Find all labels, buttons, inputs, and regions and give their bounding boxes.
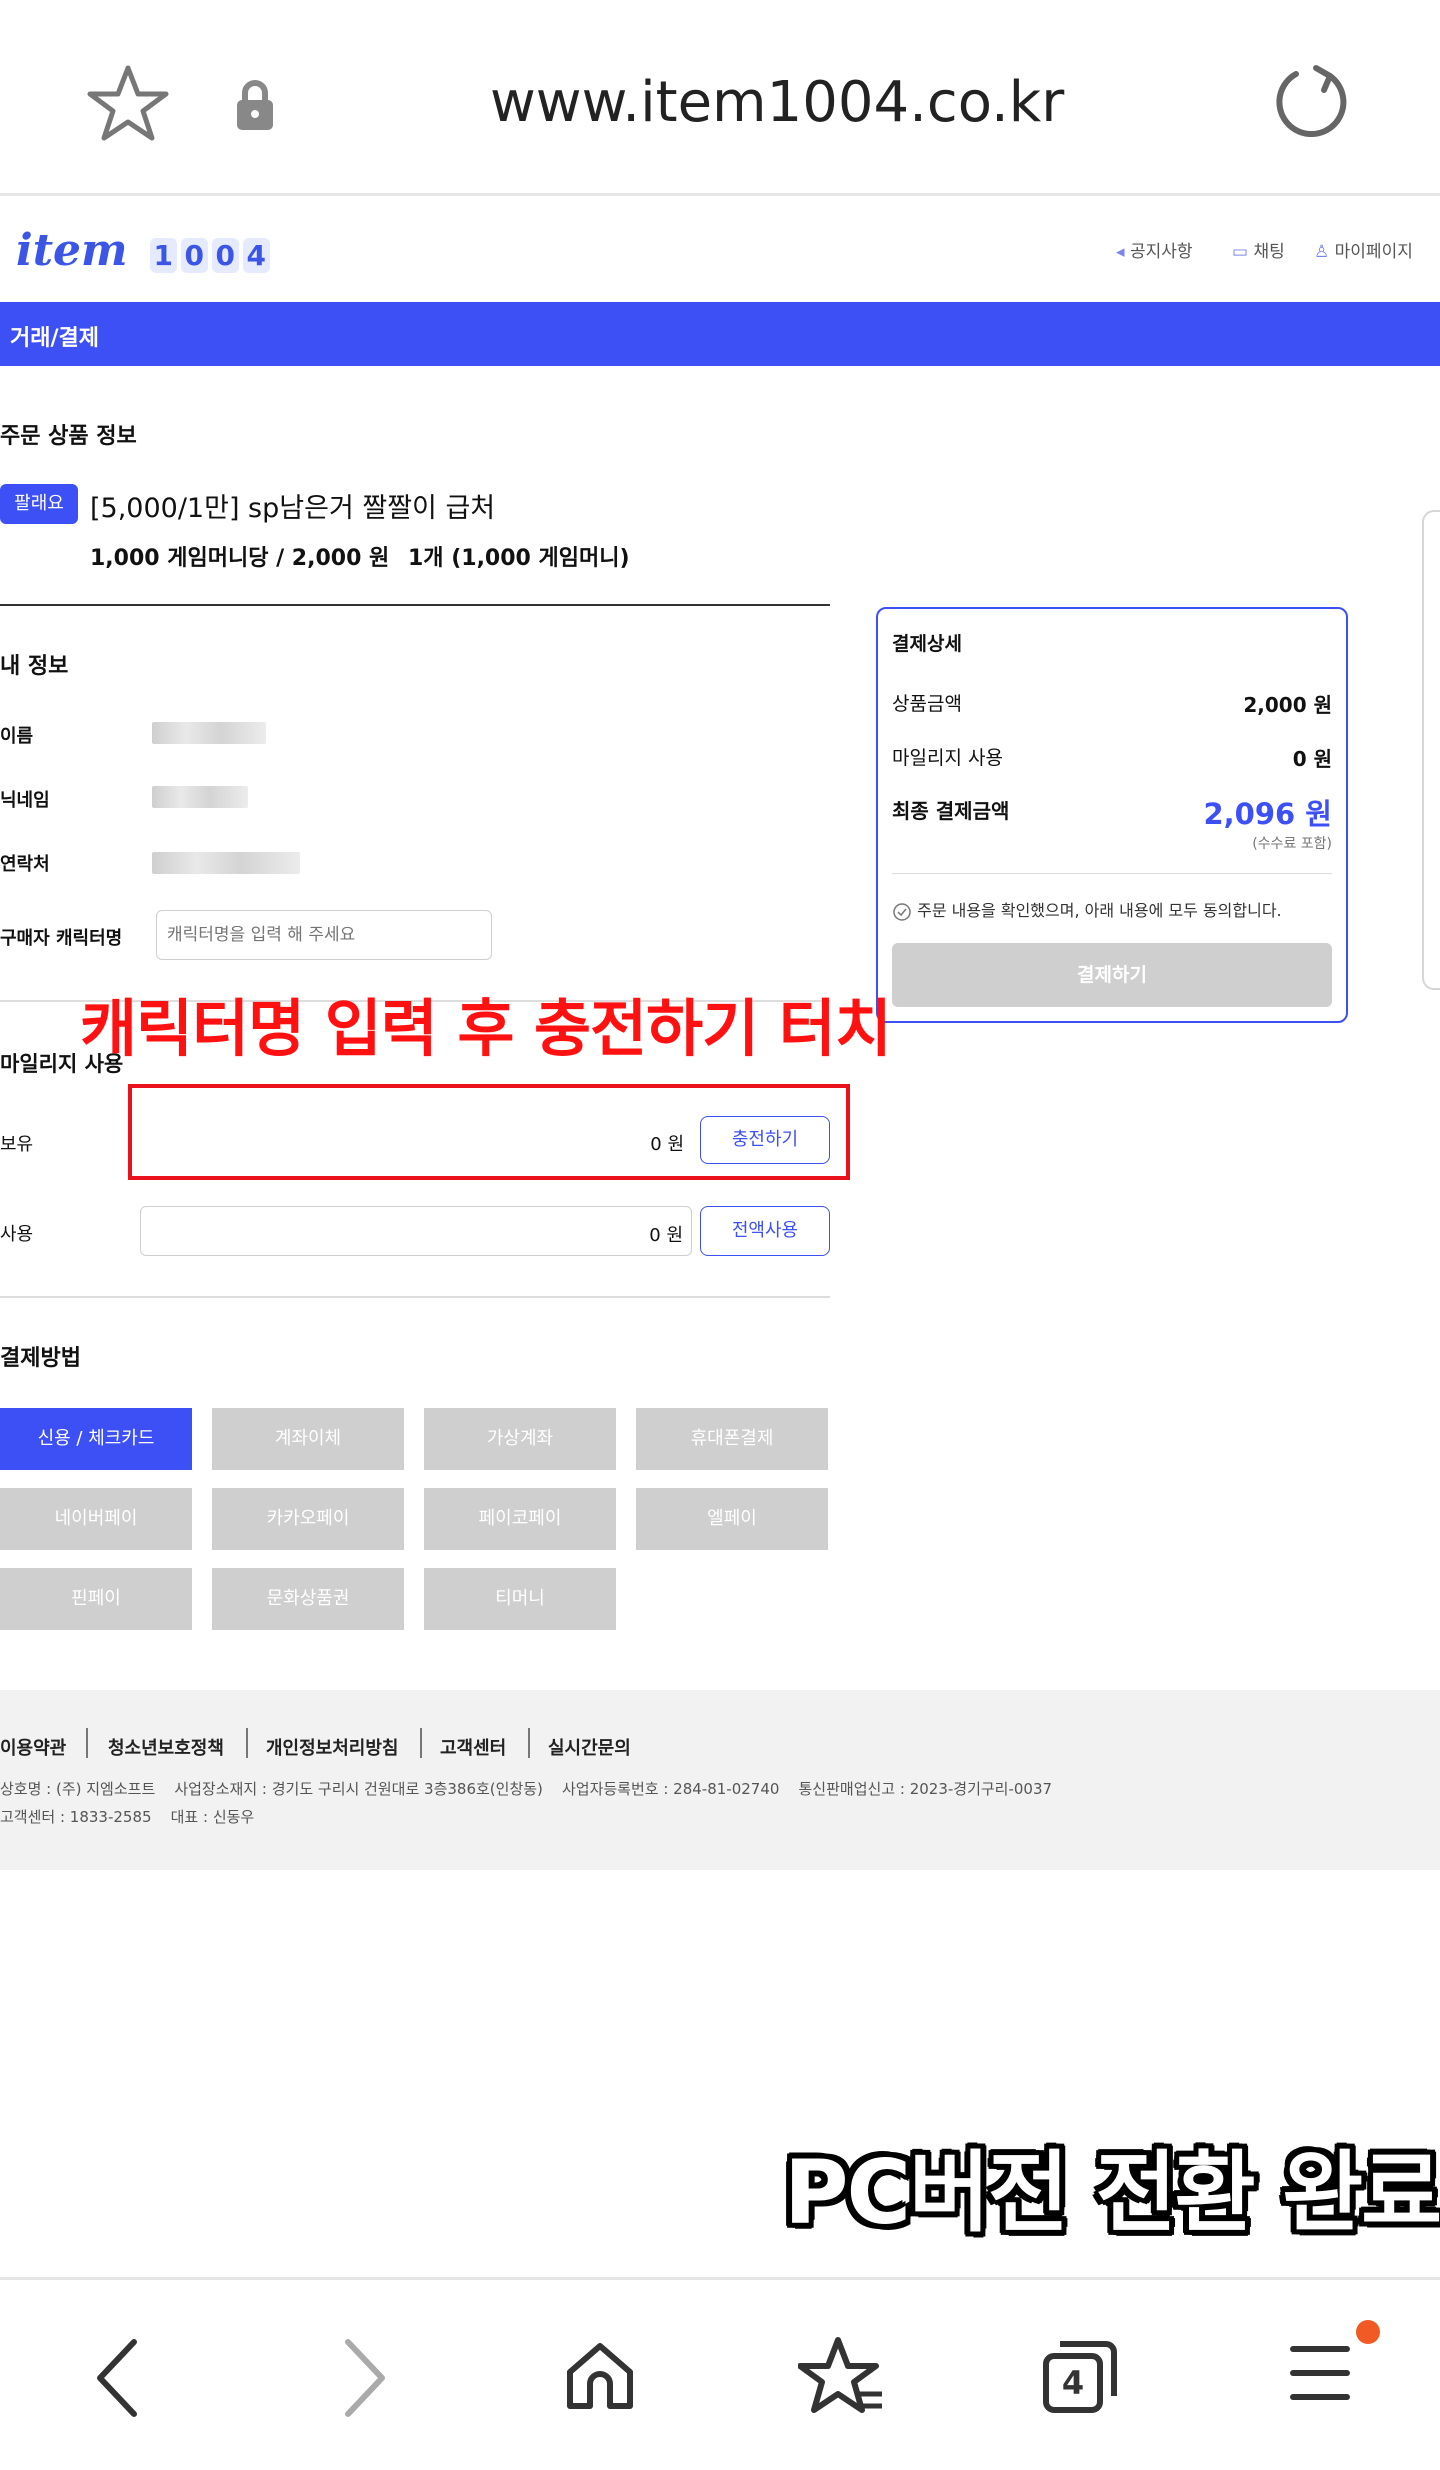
payment-option-virtual-account[interactable]: 가상계좌 [424,1408,616,1470]
payment-summary-panel: 결제상세 상품금액 2,000 원 마일리지 사용 0 원 최종 결제금액 2,… [876,607,1348,1023]
payment-option-card[interactable]: 신용 / 체크카드 [0,1408,192,1470]
lock-icon[interactable] [232,78,278,132]
pay-button[interactable]: 결제하기 [892,943,1332,1007]
nickname-label: 닉네임 [0,790,50,811]
payment-option-transfer[interactable]: 계좌이체 [212,1408,404,1470]
owned-label: 보유 [0,1134,34,1155]
divider [86,1728,88,1758]
agree-checkbox[interactable]: 주문 내용을 확인했으며, 아래 내용에 모두 동의합니다. [892,897,1282,922]
section-title-bar: 거래/결제 [0,302,1440,366]
name-value-blurred [152,722,266,744]
divider [420,1728,422,1758]
price-line: 1,000 게임머니당 / 2,000 원 [90,546,390,571]
payment-method-heading: 결제방법 [0,1346,81,1371]
status-badge: 팔래요 [0,484,78,524]
logo-text: item [16,225,128,276]
final-amount-label: 최종 결제금액 [892,799,1010,823]
support-info: 고객센터 : 1833-2585 대표 : 신동우 [0,1808,255,1826]
footer-link-support[interactable]: 고객센터 [440,1734,506,1760]
payment-option-kakaopay[interactable]: 카카오페이 [212,1488,404,1550]
status-caption: PC버전 전환 완료 [784,2141,1440,2244]
agree-text: 주문 내용을 확인했으며, 아래 내용에 모두 동의합니다. [917,901,1282,920]
name-label: 이름 [0,726,34,747]
reload-icon[interactable] [1272,62,1352,142]
home-icon[interactable] [560,2336,640,2416]
browser-bottom-nav: 4 [0,2277,1440,2470]
fee-note: (수수료 포함) [1252,836,1332,852]
payment-option-naverpay[interactable]: 네이버페이 [0,1488,192,1550]
product-amount-value: 2,000 원 [1243,693,1332,717]
divider [246,1728,248,1758]
browser-toolbar: www.item1004.co.kr [0,0,1440,196]
mileage-use-summary-label: 마일리지 사용 [892,747,1003,769]
forward-icon[interactable] [336,2336,392,2420]
character-label: 구매자 캐릭터명 [0,928,123,949]
payment-option-tmoney[interactable]: 티머니 [424,1568,616,1630]
footer-link-youth-policy[interactable]: 청소년보호정책 [108,1734,224,1760]
quantity-line: 1개 (1,000 게임머니) [408,546,630,571]
footer-link-terms[interactable]: 이용약관 [0,1734,66,1760]
notification-dot [1356,2320,1380,2344]
site-logo[interactable]: item 1004 [16,225,274,276]
character-name-input[interactable] [156,910,492,960]
header-link-mypage[interactable]: ♙ 마이페이지 [1314,237,1413,262]
order-info-heading: 주문 상품 정보 [0,424,137,449]
header-link-chat[interactable]: ▭ 채팅 [1232,237,1285,262]
instruction-caption: 캐릭터명 입력 후 충전하기 터치 [80,992,892,1065]
logo-digit: 4 [242,238,270,273]
contact-value-blurred [152,852,300,874]
mileage-use-value: 0 원 [649,1225,683,1246]
star-icon[interactable] [86,62,170,146]
tab-count: 4 [1061,2364,1085,2402]
product-title: [5,000/1만] sp남은거 짤짤이 급처 [90,493,496,524]
nickname-value-blurred [152,786,248,808]
mileage-use-input[interactable]: 0 원 [140,1206,692,1256]
use-all-button[interactable]: 전액사용 [700,1206,830,1256]
divider [0,1296,830,1298]
site-footer: 이용약관 청소년보호정책 개인정보처리방침 고객센터 실시간문의 상호명 : (… [0,1690,1440,1870]
url-bar[interactable]: www.item1004.co.kr [490,70,1064,135]
payment-option-phone[interactable]: 휴대폰결제 [636,1408,828,1470]
highlight-box [128,1084,850,1180]
megaphone-icon: ◂ [1116,242,1125,262]
footer-link-privacy[interactable]: 개인정보처리방침 [266,1734,398,1760]
check-circle-icon [893,902,911,921]
my-info-heading: 내 정보 [0,654,69,679]
page-title: 거래/결제 [10,326,99,351]
side-scroll-handle[interactable] [1422,510,1440,990]
site-header: item 1004 ◂ 공지사항 ▭ 채팅 ♙ 마이페이지 [0,199,1440,302]
footer-link-live-inquiry[interactable]: 실시간문의 [548,1734,631,1760]
divider [528,1728,530,1758]
header-link-notice[interactable]: ◂ 공지사항 [1116,237,1193,262]
payment-option-lpay[interactable]: 엘페이 [636,1488,828,1550]
company-info: 상호명 : (주) 지엠소프트 사업장소재지 : 경기도 구리시 건원대로 3층… [0,1780,1053,1798]
tabs-icon[interactable]: 4 [1040,2336,1120,2416]
bookmarks-icon[interactable] [798,2334,884,2420]
mileage-use-summary-value: 0 원 [1292,747,1332,771]
logo-digit: 0 [211,238,239,273]
divider [892,873,1332,874]
product-amount-label: 상품금액 [892,693,962,715]
back-icon[interactable] [90,2336,146,2420]
contact-label: 연락처 [0,854,50,875]
use-label: 사용 [0,1224,34,1245]
final-amount-value: 2,096 원 [1203,797,1332,831]
chat-icon: ▭ [1232,242,1249,262]
payment-option-payco[interactable]: 페이코페이 [424,1488,616,1550]
logo-digit: 0 [180,238,208,273]
payment-option-culture-voucher[interactable]: 문화상품권 [212,1568,404,1630]
payment-option-pinpay[interactable]: 핀페이 [0,1568,192,1630]
menu-icon[interactable] [1290,2342,1350,2406]
user-icon: ♙ [1314,242,1330,262]
divider [0,604,830,606]
summary-heading: 결제상세 [892,633,962,655]
logo-digit: 1 [149,238,177,273]
